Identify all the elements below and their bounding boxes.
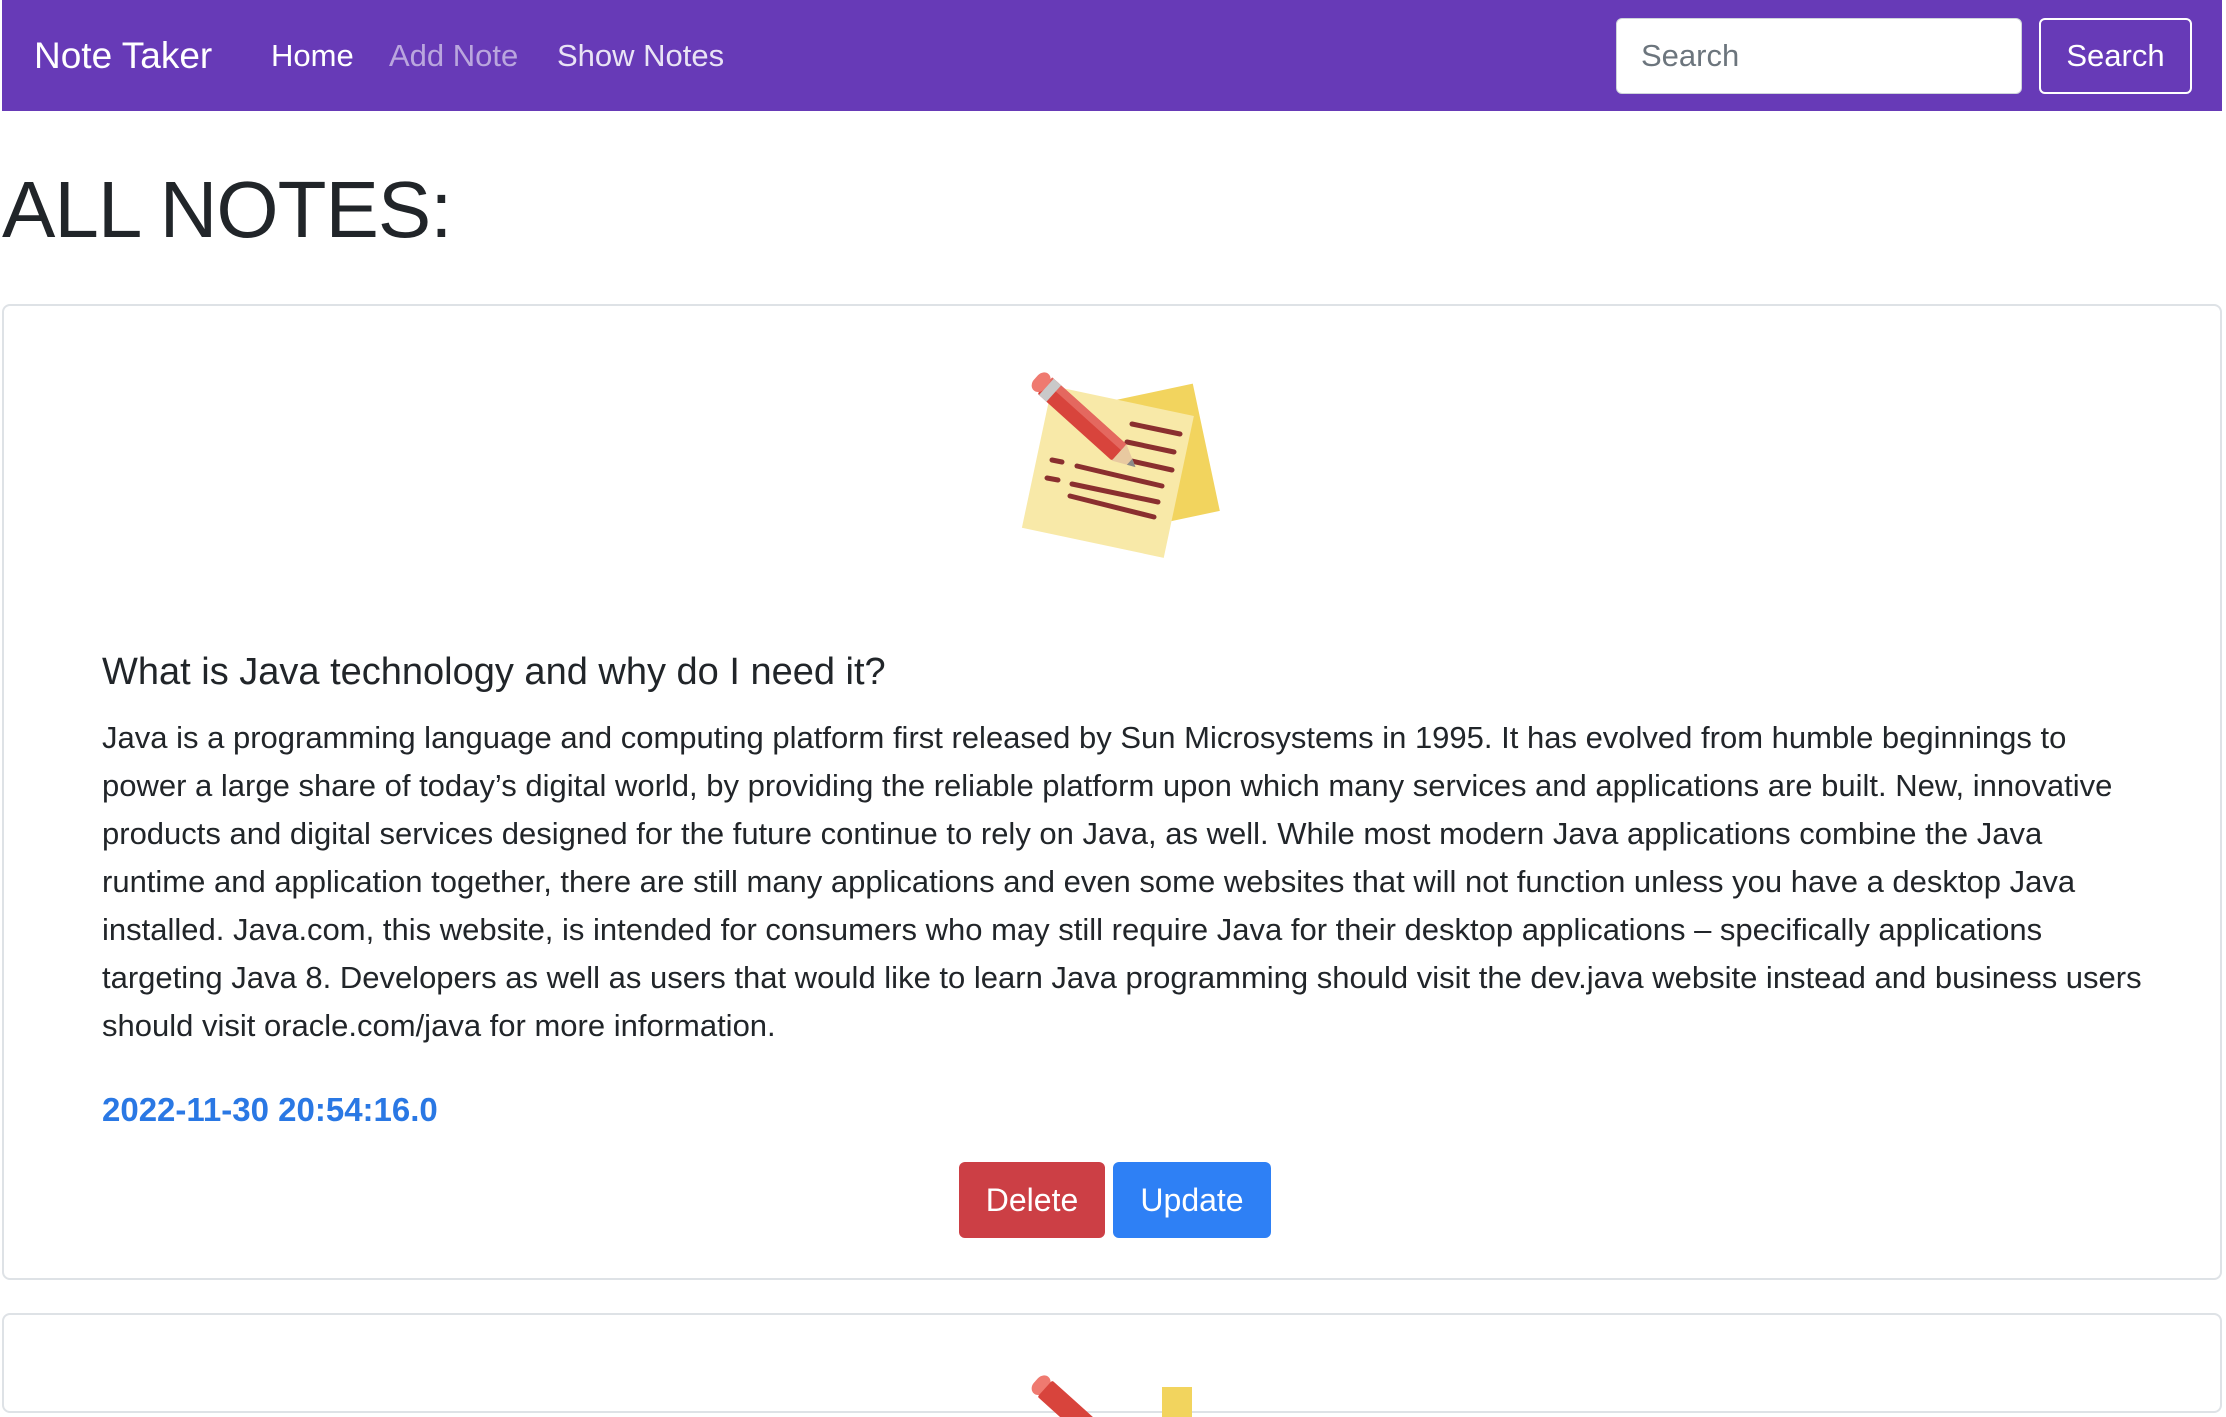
- page-title: ALL NOTES:: [2, 165, 452, 254]
- sticky-note-pencil-icon: [1031, 1375, 1192, 1417]
- note-card-partial: [2, 1313, 2222, 1417]
- delete-button[interactable]: Delete: [959, 1162, 1105, 1238]
- search-input[interactable]: [1616, 18, 2022, 94]
- note-title: What is Java technology and why do I nee…: [102, 651, 886, 693]
- nav-link-add-note[interactable]: Add Note: [389, 32, 518, 80]
- navbar-brand[interactable]: Note Taker: [34, 28, 212, 84]
- nav-link-show-notes[interactable]: Show Notes: [557, 32, 724, 80]
- search-button[interactable]: Search: [2039, 18, 2192, 94]
- note-date: 2022-11-30 20:54:16.0: [102, 1091, 438, 1128]
- nav-link-home[interactable]: Home: [271, 32, 354, 80]
- sticky-note-pencil-icon: [1021, 372, 1220, 558]
- update-button[interactable]: Update: [1113, 1162, 1271, 1238]
- note-card: What is Java technology and why do I nee…: [2, 304, 2222, 1280]
- navbar: Note Taker Home Add Note Show Notes Sear…: [2, 0, 2222, 111]
- note-content: Java is a programming language and compu…: [102, 720, 2142, 1043]
